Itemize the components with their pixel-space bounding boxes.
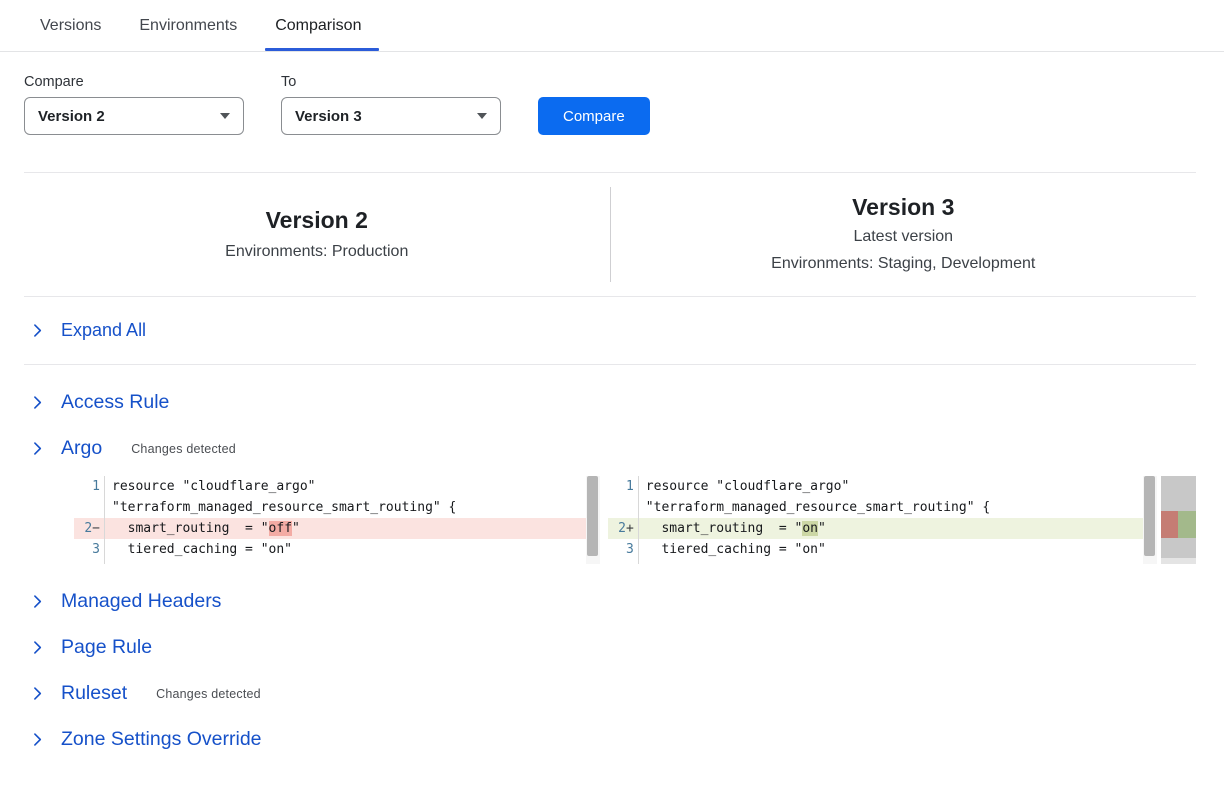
section-title: Zone Settings Override — [61, 728, 262, 751]
version-comparison-header: Version 2 Environments: Production Versi… — [24, 172, 1196, 297]
section-managed-headers[interactable]: Managed Headers — [24, 580, 1196, 623]
minimap-deletion-marker — [1161, 511, 1179, 538]
diff-line: } — [74, 560, 586, 564]
to-field: To Version 3 — [281, 74, 501, 135]
section-title: Ruleset — [61, 682, 127, 705]
diff-pane-left: 1resource "cloudflare_argo""terraform_ma… — [74, 476, 600, 564]
diff-line: "terraform_managed_resource_smart_routin… — [74, 497, 586, 518]
expand-all-button[interactable]: Expand All — [24, 297, 1196, 365]
code-text: tiered_caching = "on" — [639, 539, 826, 560]
compare-button[interactable]: Compare — [538, 97, 650, 135]
right-version-column: Version 3 Latest version Environments: S… — [611, 176, 1197, 293]
tab-environments[interactable]: Environments — [139, 0, 237, 51]
right-version-title: Version 3 — [611, 192, 1197, 222]
diff-line: 3 tiered_caching = "on" — [74, 539, 586, 560]
chevron-right-icon — [30, 732, 45, 747]
diff-line: 3 tiered_caching = "on" — [608, 539, 1143, 560]
diff-code-right: 1resource "cloudflare_argo""terraform_ma… — [608, 476, 1143, 564]
chevron-right-icon — [30, 640, 45, 655]
code-text: resource "cloudflare_argo" — [639, 476, 850, 497]
diff-code-left: 1resource "cloudflare_argo""terraform_ma… — [74, 476, 586, 564]
expand-all-label: Expand All — [61, 320, 146, 341]
diff-line: 1resource "cloudflare_argo" — [608, 476, 1143, 497]
line-number-gutter: 2− — [74, 518, 105, 539]
diff-line: "terraform_managed_resource_smart_routin… — [608, 497, 1143, 518]
section-zone-settings-override[interactable]: Zone Settings Override — [24, 718, 1196, 761]
chevron-right-icon — [30, 395, 45, 410]
to-version-value: Version 3 — [295, 108, 362, 125]
to-label: To — [281, 74, 501, 90]
section-argo[interactable]: Argo Changes detected — [24, 427, 1196, 470]
chevron-right-icon — [30, 686, 45, 701]
diff-line: } — [608, 560, 1143, 564]
diff-line: 2− smart_routing = "off" — [74, 518, 586, 539]
code-text: } — [105, 560, 120, 564]
line-number-gutter: 1 — [74, 476, 105, 497]
caret-down-icon — [477, 113, 487, 119]
section-ruleset[interactable]: Ruleset Changes detected — [24, 672, 1196, 715]
code-text: tiered_caching = "on" — [105, 539, 292, 560]
diff-pane-right: 1resource "cloudflare_argo""terraform_ma… — [608, 476, 1157, 564]
diff-line: 1resource "cloudflare_argo" — [74, 476, 586, 497]
code-text: "terraform_managed_resource_smart_routin… — [105, 497, 456, 518]
changes-detected-badge: Changes detected — [131, 442, 236, 456]
code-text: } — [639, 560, 654, 564]
left-version-environments: Environments: Production — [24, 238, 610, 265]
section-access-rule[interactable]: Access Rule — [24, 381, 1196, 424]
right-pane-scrollbar[interactable] — [1143, 476, 1157, 564]
caret-down-icon — [220, 113, 230, 119]
chevron-right-icon — [30, 323, 45, 338]
section-title: Managed Headers — [61, 590, 221, 613]
tab-versions[interactable]: Versions — [40, 0, 101, 51]
scrollbar-thumb[interactable] — [1144, 476, 1155, 556]
to-version-select[interactable]: Version 3 — [281, 97, 501, 135]
code-text: smart_routing = "off" — [105, 518, 300, 539]
code-text: smart_routing = "on" — [639, 518, 826, 539]
tab-comparison[interactable]: Comparison — [275, 0, 361, 51]
scrollbar-thumb[interactable] — [587, 476, 598, 556]
section-title: Argo — [61, 437, 102, 460]
line-number-gutter — [74, 497, 105, 518]
line-number-gutter — [74, 560, 105, 564]
diff-overview-minimap[interactable] — [1161, 476, 1196, 564]
section-title: Access Rule — [61, 391, 169, 414]
left-version-column: Version 2 Environments: Production — [24, 189, 610, 281]
line-number-gutter: 1 — [608, 476, 639, 497]
line-number-gutter: 2+ — [608, 518, 639, 539]
compare-version-select[interactable]: Version 2 — [24, 97, 244, 135]
right-version-subtitle: Latest version — [611, 223, 1197, 250]
compare-field: Compare Version 2 — [24, 74, 244, 135]
code-text: "terraform_managed_resource_smart_routin… — [639, 497, 990, 518]
line-number-gutter — [608, 560, 639, 564]
code-text: resource "cloudflare_argo" — [105, 476, 316, 497]
section-list: Access Rule Argo Changes detected 1resou… — [0, 365, 1224, 761]
diff-line: 2+ smart_routing = "on" — [608, 518, 1143, 539]
tab-bar: Versions Environments Comparison — [0, 0, 1224, 52]
argo-diff: 1resource "cloudflare_argo""terraform_ma… — [74, 476, 1196, 564]
line-number-gutter: 3 — [608, 539, 639, 560]
line-number-gutter: 3 — [74, 539, 105, 560]
chevron-right-icon — [30, 441, 45, 456]
section-title: Page Rule — [61, 636, 152, 659]
left-pane-scrollbar[interactable] — [586, 476, 600, 564]
compare-label: Compare — [24, 74, 244, 90]
compare-version-value: Version 2 — [38, 108, 105, 125]
line-number-gutter — [608, 497, 639, 518]
minimap-addition-marker — [1178, 511, 1196, 538]
compare-form: Compare Version 2 To Version 3 Compare — [0, 52, 1224, 135]
left-version-title: Version 2 — [24, 205, 610, 235]
right-version-environments: Environments: Staging, Development — [611, 250, 1197, 277]
section-page-rule[interactable]: Page Rule — [24, 626, 1196, 669]
changes-detected-badge: Changes detected — [156, 687, 261, 701]
chevron-right-icon — [30, 594, 45, 609]
